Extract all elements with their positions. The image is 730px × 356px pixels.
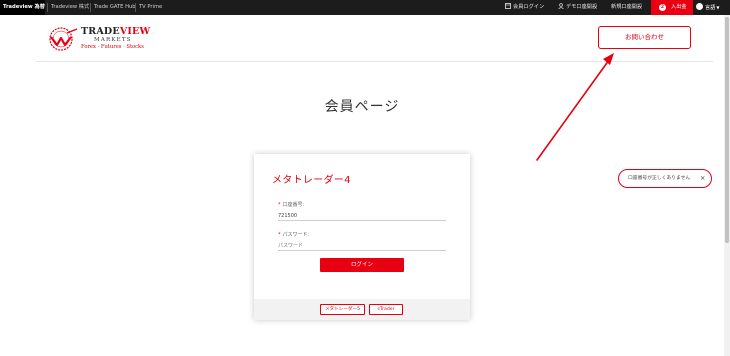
contact-button[interactable]: お問い合わせ [598,26,691,49]
scrollbar-thumb[interactable] [725,17,729,243]
new-account-link[interactable]: 新規口座開設 [611,0,642,15]
tab-tradeview-stocks[interactable]: Tradeview 株式 [48,0,92,15]
login-card: メタトレーダー4 *口座番号: *パスワード: ログイン メタトレーダー5 cT… [254,154,470,320]
logo-brand-trade: TRADE [81,26,120,37]
tab-metatrader5[interactable]: メタトレーダー5 [320,304,365,315]
language-label: 言語 [705,5,716,11]
demo-account-label: デモ口座開設 [566,4,598,10]
tab-tv-prime[interactable]: TV Prime [136,0,165,15]
logo-brand: TRADEVIEW [81,26,150,37]
close-icon[interactable]: × [700,170,705,187]
account-number-label-text: 口座番号: [282,202,305,208]
login-card-title: メタトレーダー4 [272,175,351,186]
account-number-label: * 口座番号: [278,201,304,208]
logo-markets: MARKETS [94,37,132,43]
scrollbar[interactable] [724,15,730,356]
tradeview-logo[interactable]: TRADEVIEW MARKETS Forex · Futures · Stoc… [47,24,157,54]
logo-tagline: Forex · Futures · Stocks [81,44,144,50]
user-icon [558,2,564,9]
deposit-withdraw-button[interactable]: 2 入出金 [651,0,693,15]
error-toast: 口座番号が正しくありません × [618,169,712,188]
tab-ctrader[interactable]: cTrader [369,304,403,315]
password-label-text: パスワード: [282,232,310,238]
password-label: * パスワード: [278,231,309,238]
deposit-label: 入出金 [671,4,687,10]
header-divider [36,61,713,62]
page-title: 会員ページ [324,99,400,115]
top-navigation-bar: Tradeview 為替 Tradeview 株式 Trade GATE Hub… [0,0,730,15]
tab-trade-gate-hub[interactable]: Trade GATE Hub [91,0,139,15]
account-number-input[interactable] [278,211,446,221]
logo-brand-view: VIEW [119,26,151,37]
required-mark: * [278,232,281,238]
demo-account-link[interactable]: デモ口座開設 [558,0,597,15]
error-message: 口座番号が正しくありません [628,176,691,181]
member-login-label: 会員ログイン [513,4,545,10]
member-login-link[interactable]: 会員ログイン [505,0,544,15]
login-icon [505,2,511,9]
tradeview-emblem-icon [49,27,78,51]
caret-down-icon: ▼ [716,5,720,10]
language-selector[interactable]: 言語▼ [696,0,719,15]
password-input[interactable] [278,241,446,251]
required-mark: * [278,202,281,208]
globe-icon [696,3,703,10]
deposit-badge: 2 [659,4,666,11]
platform-switcher: メタトレーダー5 cTrader [254,299,470,320]
login-button[interactable]: ログイン [320,258,404,272]
tab-tradeview-fx[interactable]: Tradeview 為替 [0,0,45,15]
